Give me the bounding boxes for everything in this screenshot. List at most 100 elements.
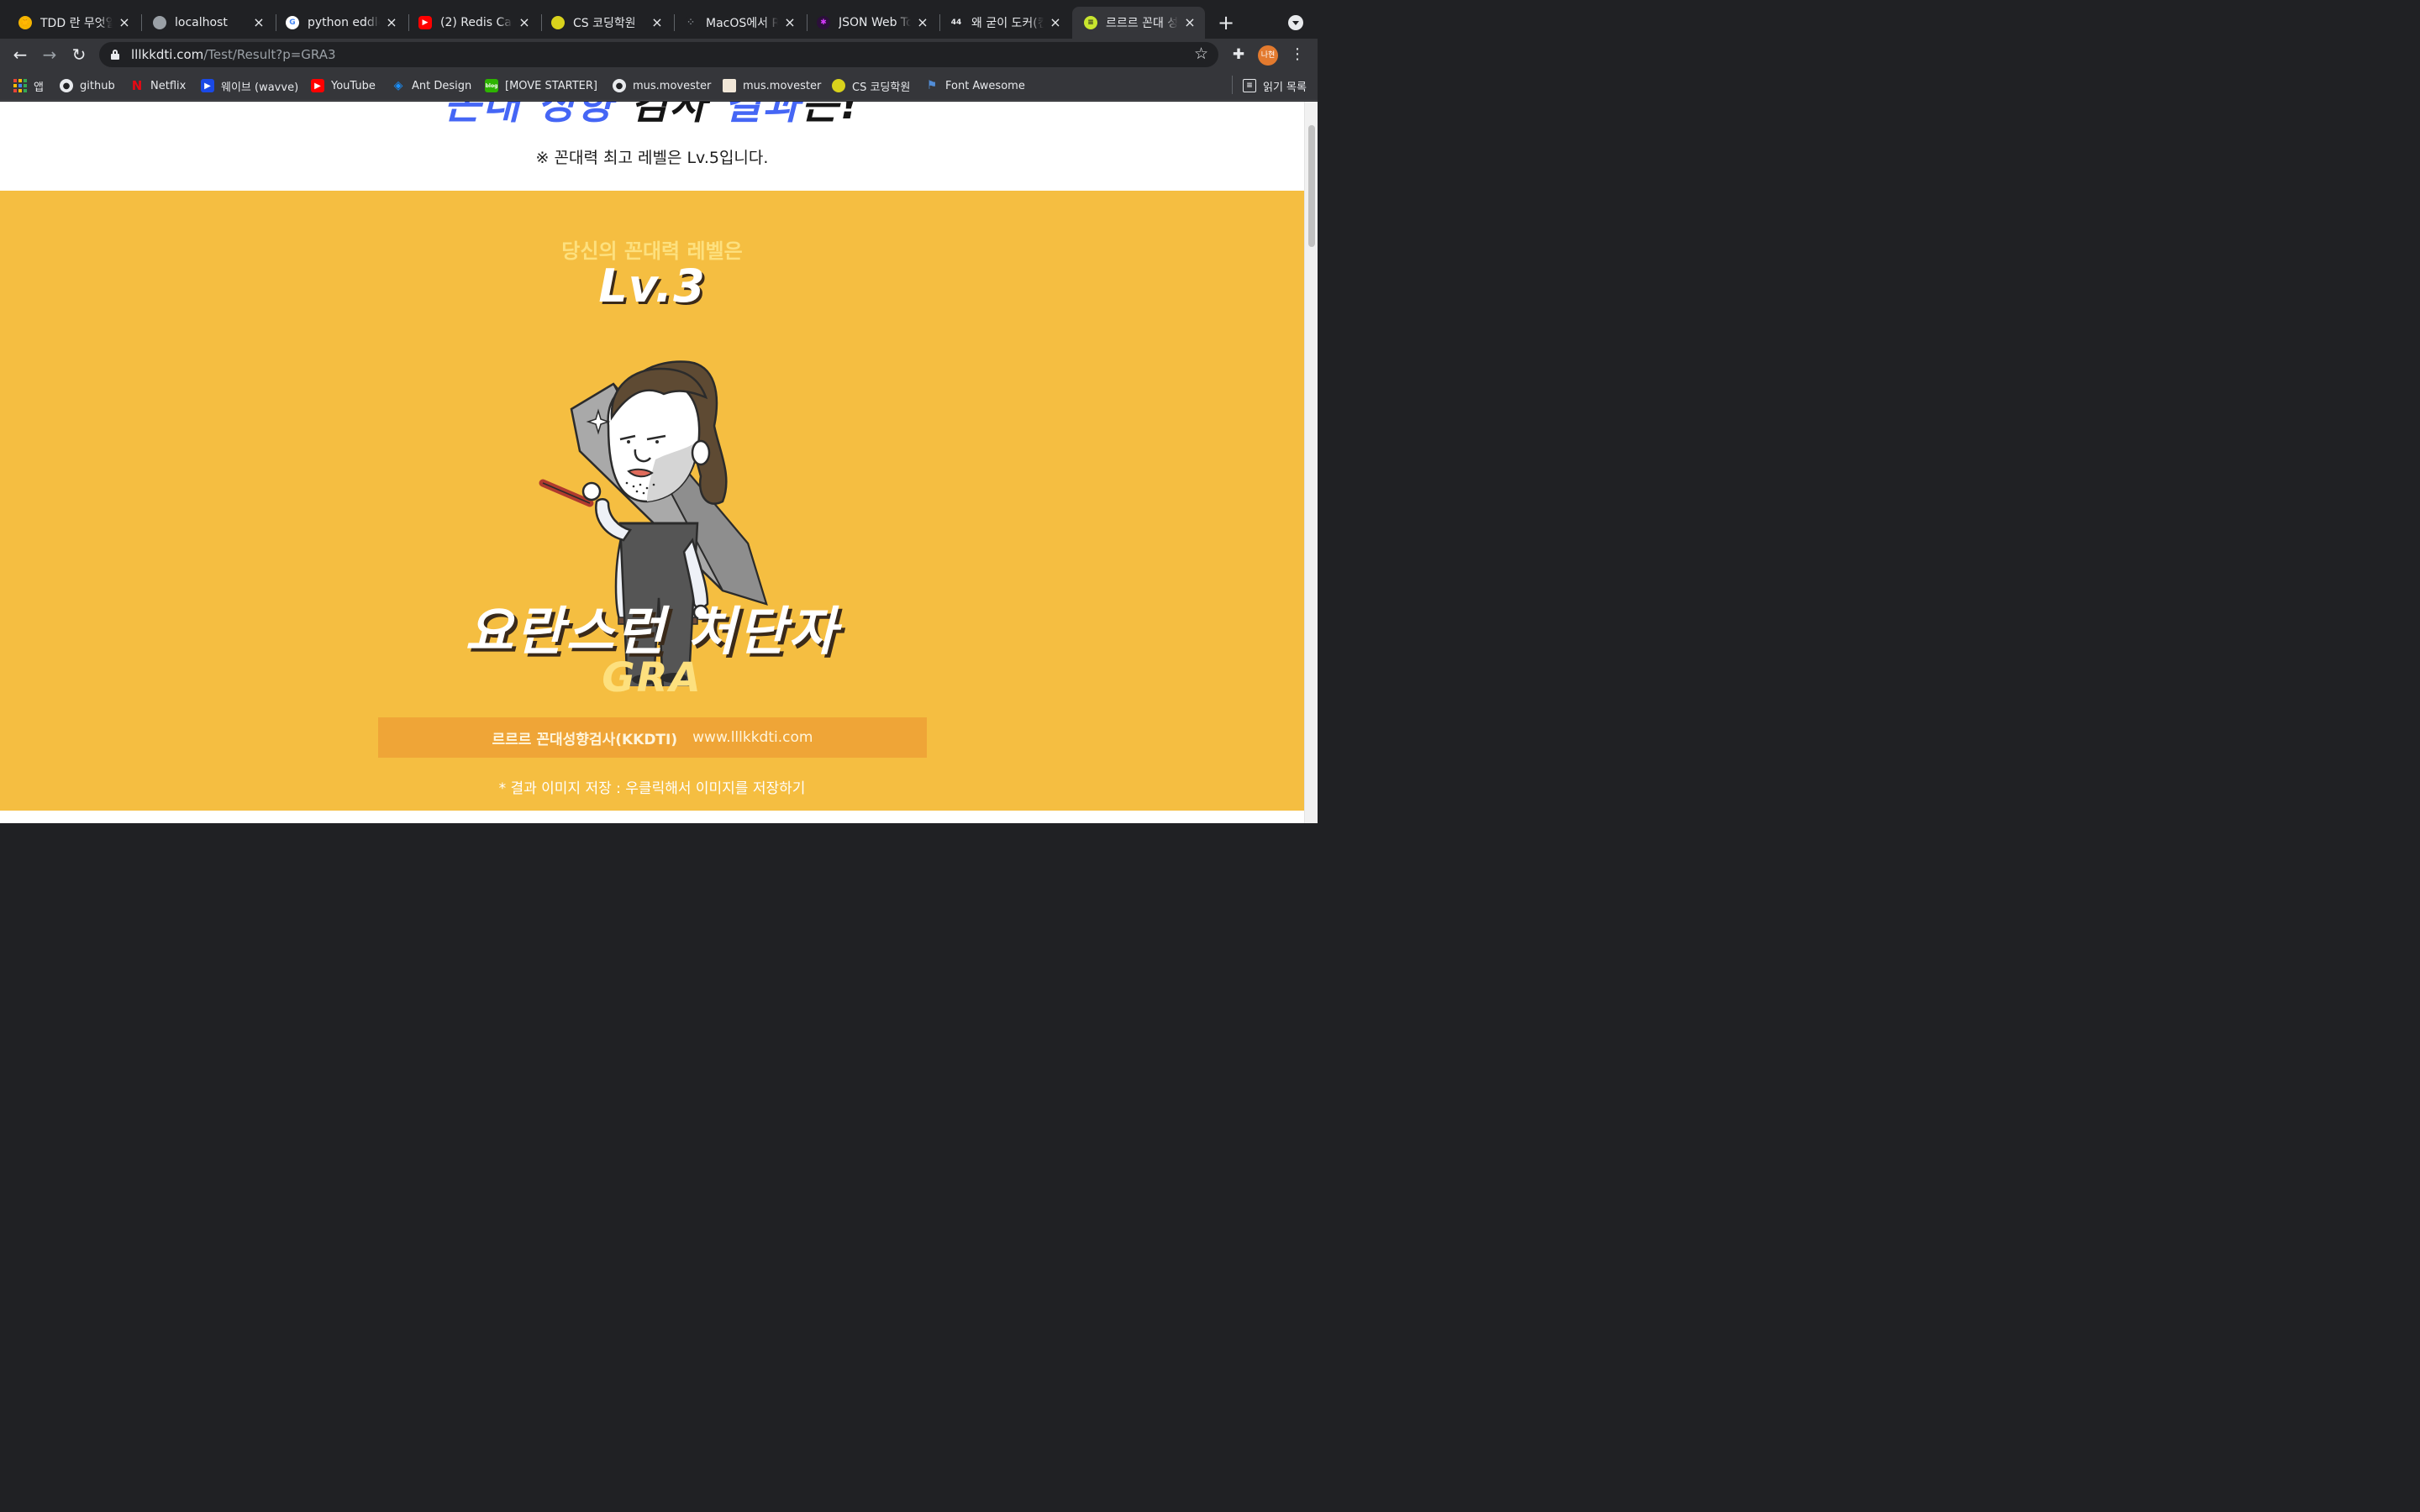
tab-5[interactable]: ⁘ MacOS에서 Re × — [672, 7, 805, 39]
profile-avatar[interactable]: 나현 — [1258, 45, 1278, 66]
bookmark-label: [MOVE STARTER] — [505, 79, 597, 92]
bookmark-font-awesome[interactable]: ⚑ Font Awesome — [925, 78, 1025, 93]
bookmark-mus-movester-github[interactable]: ● mus.movester — [613, 78, 711, 93]
blog-icon: blog — [485, 79, 498, 92]
bookmark-label: github — [80, 79, 115, 92]
forward-button[interactable]: → — [38, 43, 61, 66]
youtube-icon: ▶ — [418, 16, 432, 29]
youtube-icon: ▶ — [311, 79, 324, 92]
chick-icon: 🐥 — [18, 16, 32, 29]
page-bottom-strip — [0, 811, 1304, 823]
lock-icon[interactable] — [111, 50, 119, 60]
title-segment: 꼰대 성향 — [444, 102, 615, 129]
bookmark-label: mus.movester — [633, 79, 712, 92]
bookmark-label: YouTube — [331, 79, 376, 92]
address-bar[interactable]: lllkkdti.com/Test/Result?p=GRA3 ☆ — [99, 42, 1218, 67]
google-icon: G — [286, 16, 299, 29]
bookmark-apps[interactable]: 앱 — [13, 78, 44, 94]
close-icon[interactable]: × — [783, 16, 797, 29]
page-icon — [723, 79, 736, 92]
tab-title: CS 코딩학원 — [573, 17, 636, 30]
bookmark-label: Font Awesome — [945, 79, 1025, 92]
close-icon[interactable]: × — [385, 16, 398, 29]
title-segment: 검사 — [630, 102, 708, 129]
kkdti-icon: ≡ — [1084, 16, 1097, 29]
close-icon[interactable]: × — [118, 16, 131, 29]
close-icon[interactable]: × — [916, 16, 929, 29]
close-icon[interactable]: × — [650, 16, 664, 29]
bookmark-netflix[interactable]: N Netflix — [130, 78, 187, 93]
bookmark-mus-movester-page[interactable]: mus.movester — [723, 78, 821, 93]
bookmarks-bar: 앱 ● github N Netflix ▶ 웨이브 (wavve) ▶ You… — [0, 71, 1318, 101]
title-segment: 는! — [801, 102, 860, 129]
ghost-icon — [153, 16, 166, 29]
bookmark-youtube[interactable]: ▶ YouTube — [311, 78, 376, 93]
netflix-icon: N — [131, 78, 143, 93]
bookmark-label: CS 코딩학원 — [852, 81, 911, 94]
bookmark-star-icon[interactable]: ☆ — [1194, 45, 1208, 63]
tab-4[interactable]: CS 코딩학원 × — [539, 7, 672, 39]
jwt-icon: ✱ — [817, 16, 830, 29]
tab-search-icon[interactable] — [1288, 15, 1303, 30]
tab-8-active[interactable]: ≡ 르르르 꼰대 성향 × — [1072, 7, 1205, 39]
tab-title: localhost — [175, 16, 228, 29]
url-text[interactable]: lllkkdti.com/Test/Result?p=GRA3 — [131, 47, 336, 62]
page-viewport: 꼰대 성향 검사 결과는! ※ 꼰대력 최고 레벨은 Lv.5입니다. 당신의 … — [0, 102, 1304, 823]
reading-list-label: 읽기 목록 — [1263, 81, 1307, 94]
tab-2[interactable]: G python eddle - × — [274, 7, 407, 39]
result-type-code: GRA — [602, 654, 702, 701]
extensions-puzzle-icon[interactable]: ✚ — [1230, 46, 1247, 63]
max-level-notice: ※ 꼰대력 최고 레벨은 Lv.5입니다. — [535, 149, 769, 167]
tab-7[interactable]: 44 왜 굳이 도커(컨테 × — [938, 7, 1071, 39]
bookmark-github[interactable]: ● github — [60, 78, 115, 93]
tab-title: (2) Redis Cach — [440, 16, 513, 29]
ball-icon — [551, 16, 565, 29]
dots-icon: ⁘ — [684, 16, 697, 29]
url-host: lllkkdti.com — [131, 47, 204, 62]
close-icon[interactable]: × — [252, 16, 266, 29]
github-icon: ● — [613, 79, 626, 92]
vertical-scrollbar[interactable] — [1304, 102, 1318, 823]
apps-grid-icon — [13, 79, 27, 92]
bookmark-ant-design[interactable]: ◈ Ant Design — [392, 78, 472, 93]
bookmark-label: Ant Design — [412, 79, 472, 92]
page-title: 꼰대 성향 검사 결과는! — [0, 102, 1304, 130]
close-icon[interactable]: × — [1183, 16, 1197, 29]
reload-button[interactable]: ↻ — [67, 43, 91, 66]
bookmark-label: 웨이브 (wavve) — [221, 81, 299, 94]
tab-title: TDD 란 무엇일까 — [40, 17, 113, 30]
kebab-menu-icon[interactable]: ⋮ — [1290, 44, 1305, 66]
back-button[interactable]: ← — [8, 43, 32, 66]
tab-title: MacOS에서 Re — [706, 17, 778, 30]
tab-1[interactable]: localhost × — [141, 7, 274, 39]
bookmark-wavve[interactable]: ▶ 웨이브 (wavve) — [201, 78, 299, 94]
title-segment: 결과 — [723, 102, 802, 129]
close-icon[interactable]: × — [1049, 16, 1062, 29]
flag-icon: ⚑ — [926, 79, 938, 92]
result-card[interactable]: 당신의 꼰대력 레벨은 Lv.3 요란스런 처단자 GRA 르르르 꼰대성향검사… — [0, 191, 1304, 811]
brand-name: 르르르 꼰대성향검사(KKDTI) — [492, 731, 678, 748]
close-icon[interactable]: × — [518, 16, 531, 29]
url-path: /Test/Result?p=GRA3 — [203, 47, 336, 62]
reading-list-button[interactable]: ≡ 읽기 목록 — [1243, 78, 1307, 94]
tab-3[interactable]: ▶ (2) Redis Cach × — [407, 7, 539, 39]
tab-title: 왜 굳이 도커(컨테 — [971, 17, 1044, 30]
brand-bar: 르르르 꼰대성향검사(KKDTI) www.lllkkdti.com — [378, 717, 927, 758]
wavve-icon: ▶ — [201, 79, 214, 92]
bookmark-cs-coding[interactable]: CS 코딩학원 — [832, 78, 911, 94]
ant-design-icon: ◈ — [393, 79, 403, 92]
new-tab-button[interactable]: + — [1215, 12, 1237, 34]
github-icon: ● — [60, 79, 73, 92]
result-type-name: 요란스런 처단자 — [465, 601, 839, 662]
save-image-note: * 결과 이미지 저장 : 우클릭해서 이미지를 저장하기 — [498, 780, 806, 797]
ball-icon — [832, 79, 845, 92]
tab-title: 르르르 꼰대 성향 — [1106, 17, 1178, 30]
bookmark-move-starter[interactable]: blog [MOVE STARTER] — [485, 78, 597, 93]
tab-0[interactable]: 🐥 TDD 란 무엇일까 × — [7, 7, 139, 39]
bookmark-label: 앱 — [34, 81, 44, 94]
scrollbar-thumb[interactable] — [1308, 125, 1315, 247]
tab-strip: 🐥 TDD 란 무엇일까 × localhost × G python eddl… — [0, 0, 1318, 39]
bookmarks-divider — [1232, 76, 1233, 94]
tab-6[interactable]: ✱ JSON Web To × — [805, 7, 938, 39]
toolbar: ← → ↻ lllkkdti.com/Test/Result?p=GRA3 ☆ … — [0, 39, 1318, 71]
